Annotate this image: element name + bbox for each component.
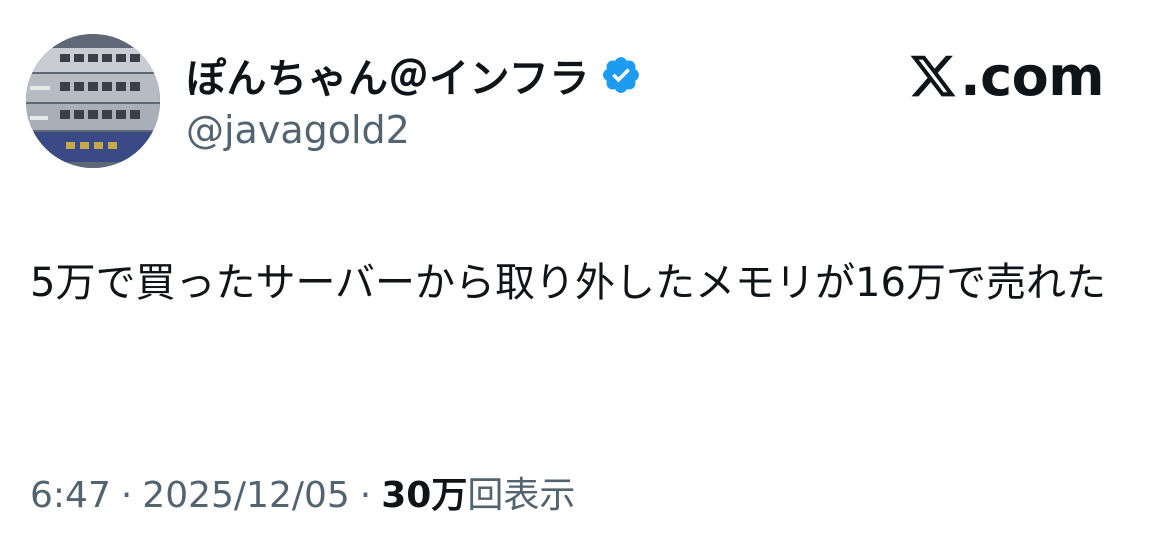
meta-separator: · [120,475,133,516]
tweet-text: 5万で買ったサーバーから取り外したメモリが16万で売れた [30,260,1106,306]
x-logo-icon [908,51,958,101]
tweet-card: ぽんちゃん＠インフラ @javagold2 .com 5万で買ったサーバーから取… [0,0,1170,552]
views-count: 30万 [381,475,468,516]
verified-badge-icon [600,54,642,96]
network-switch-photo-avatar [26,34,160,168]
author-name-row: ぽんちゃん＠インフラ [186,46,642,104]
x-brand: .com [908,44,1104,108]
tweet-meta: 6:47 · 2025/12/05 · 30万 回表示 [30,466,575,518]
tweet-date[interactable]: 2025/12/05 [142,475,350,516]
meta-separator: · [359,475,372,516]
x-brand-domain: .com [960,44,1104,108]
tweet-time[interactable]: 6:47 [30,475,111,516]
author-display-name[interactable]: ぽんちゃん＠インフラ [186,46,590,104]
avatar[interactable] [26,34,160,168]
views-label: 回表示 [467,475,576,516]
author-handle[interactable]: @javagold2 [186,108,410,152]
